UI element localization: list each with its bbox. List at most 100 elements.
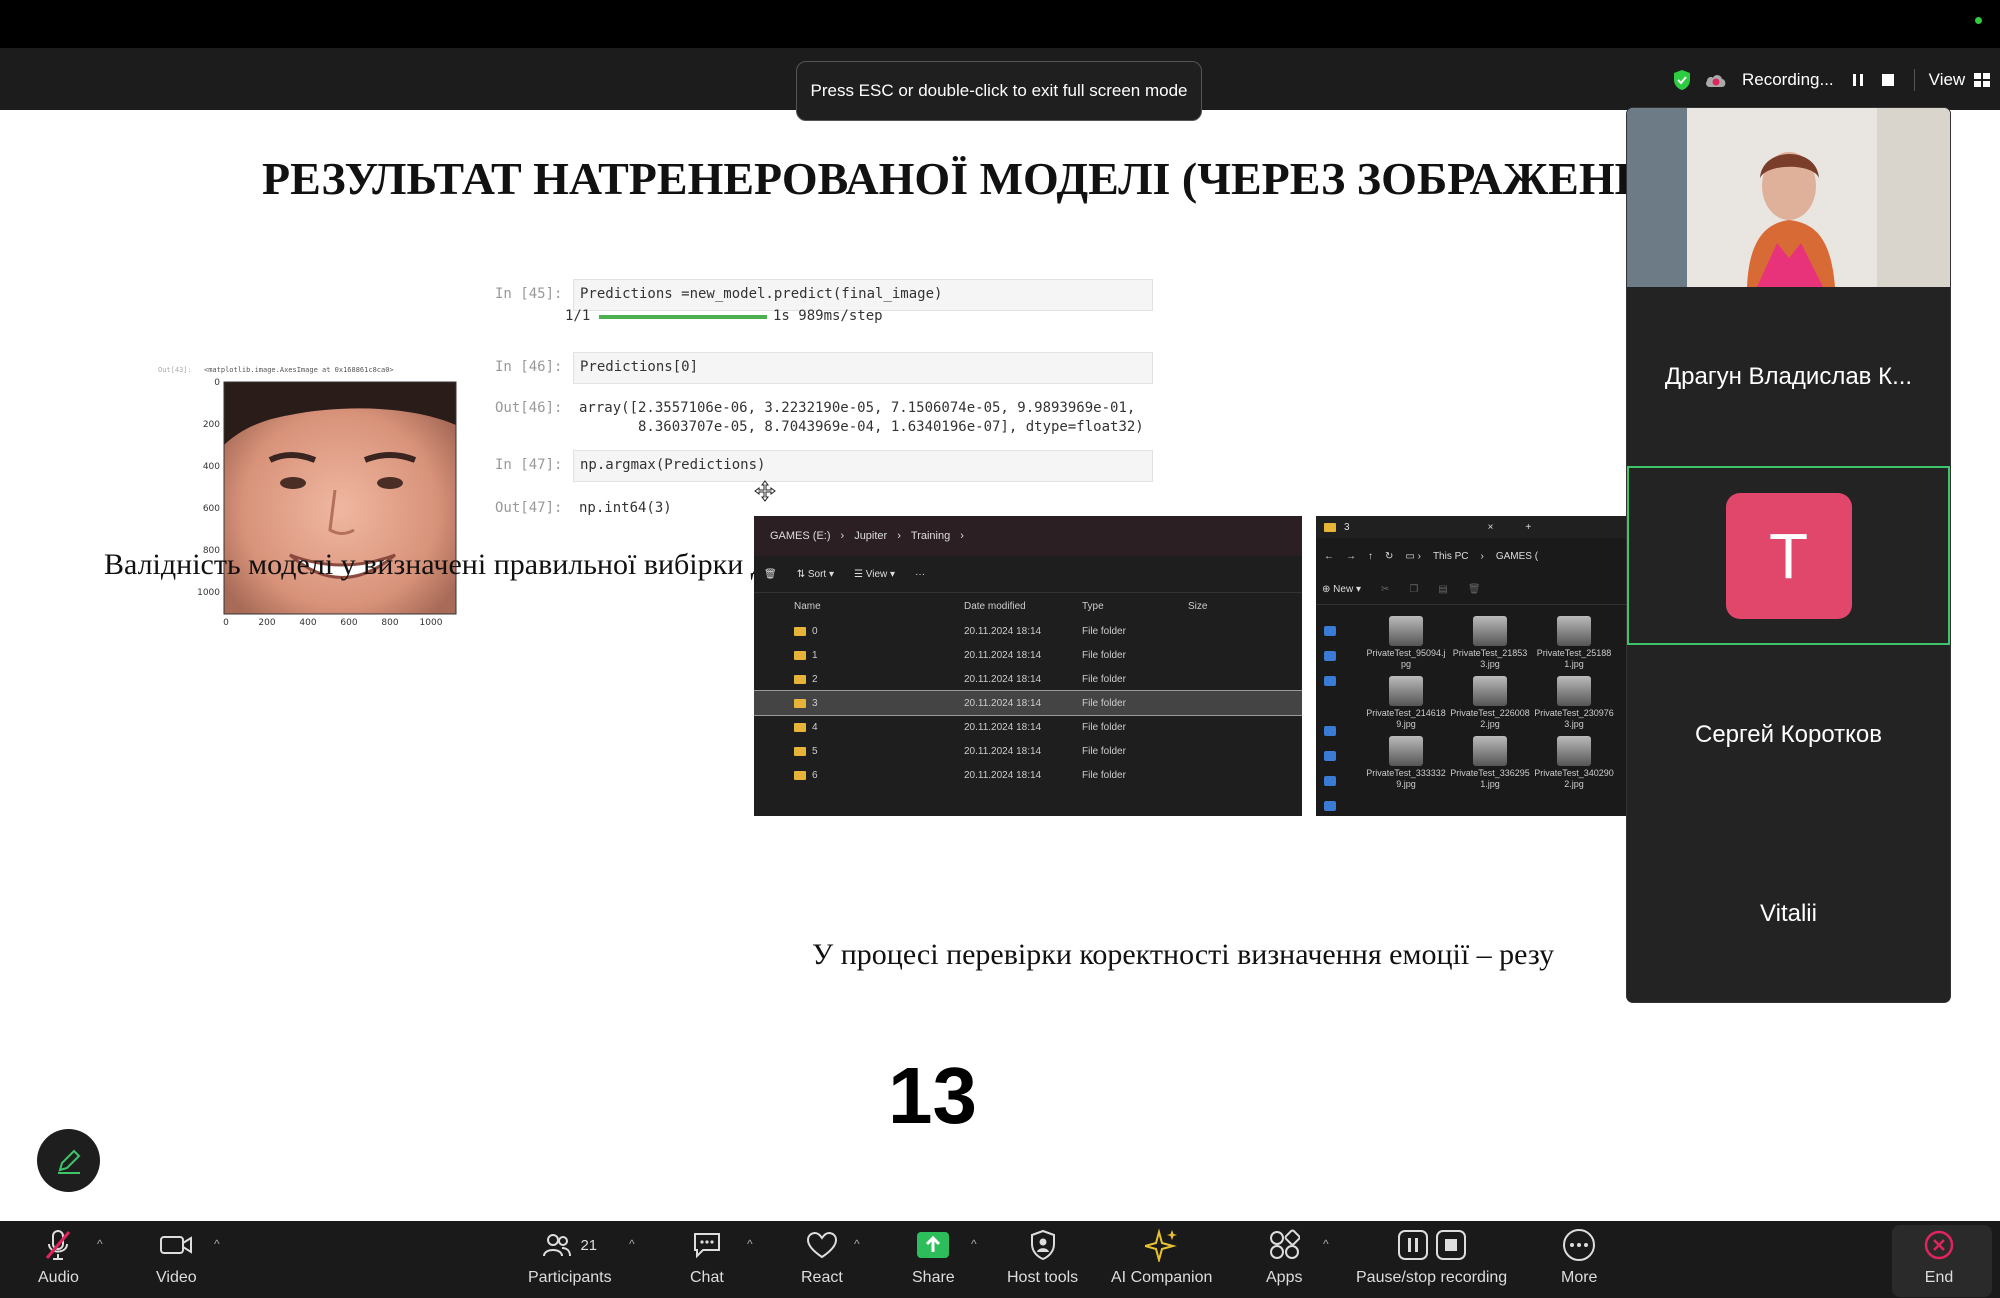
output-prompt: Out[47]: (495, 500, 563, 516)
code-cell: np.argmax(Predictions) (573, 450, 1153, 482)
image-icon (1389, 736, 1423, 766)
audio-options-chevron-icon[interactable]: ^ (97, 1237, 103, 1251)
output-text: 8.3603707e-05, 8.7043969e-04, 1.6340196e… (579, 419, 1144, 435)
folder-icon (794, 650, 806, 660)
end-meeting-content: End (1924, 1227, 1954, 1287)
audio-button[interactable]: Audio (38, 1227, 79, 1287)
apps-label: Apps (1266, 1269, 1303, 1286)
thumbnail-caption: PrivateTest_3362951.jpg (1450, 768, 1530, 789)
chat-button[interactable]: Chat (690, 1227, 724, 1287)
thumbnail-caption: PrivateTest_3402902.jpg (1534, 768, 1614, 789)
host-tools-button[interactable]: Host tools (1007, 1227, 1078, 1287)
output-text: array([2.3557106e-06, 3.2232190e-05, 7.1… (579, 400, 1136, 416)
pause-stop-recording-button[interactable]: Pause/stop recording (1356, 1227, 1507, 1287)
react-options-chevron-icon[interactable]: ^ (854, 1237, 860, 1251)
video-options-chevron-icon[interactable]: ^ (214, 1237, 220, 1251)
folder-type: File folder (1082, 625, 1126, 637)
share-options-chevron-icon[interactable]: ^ (971, 1237, 977, 1251)
end-label: End (1924, 1269, 1954, 1286)
image-icon (1557, 736, 1591, 766)
up-arrow-icon: ↑ (1368, 550, 1373, 562)
desktop-icon (1324, 726, 1336, 736)
folder-row: 4 20.11.2024 18:14 File folder (754, 715, 1302, 739)
more-options: ··· (915, 568, 926, 580)
video-label: Video (156, 1269, 197, 1286)
pause-stop-recording-icon (1397, 1230, 1466, 1260)
image-folder-screenshot: 3 × + ← → ↑ ↻ ▭ › This PC › GAMES ( ⊕ Ne… (1316, 516, 1628, 816)
apps-button[interactable]: Apps (1266, 1227, 1302, 1287)
progress-count: 1/1 (565, 308, 591, 324)
share-label: Share (912, 1269, 955, 1286)
image-thumbnail: PrivateTest_3362951.jpg (1448, 736, 1532, 790)
image-icon (1557, 676, 1591, 706)
react-button[interactable]: React (801, 1227, 843, 1287)
view-label: View (865, 568, 888, 580)
participant-name: Vitalii (1760, 899, 1817, 927)
video-button[interactable]: Video (156, 1227, 197, 1287)
participants-count: 21 (580, 1236, 598, 1254)
image-icon (1389, 676, 1423, 706)
shield-icon (1030, 1229, 1055, 1261)
share-button[interactable]: Share (912, 1227, 955, 1287)
folder-name: 2 (812, 673, 818, 685)
folder-row: 0 20.11.2024 18:14 File folder (754, 619, 1302, 643)
folder-date: 20.11.2024 18:14 (964, 673, 1042, 685)
participant-tile[interactable]: Vitalii (1627, 824, 1950, 1002)
stop-recording-icon[interactable] (1880, 73, 1896, 87)
folder-type: File folder (1082, 769, 1126, 781)
encryption-shield-icon[interactable] (1672, 69, 1692, 91)
folder-date: 20.11.2024 18:14 (964, 649, 1042, 661)
participant-video-tile[interactable] (1627, 108, 1950, 287)
trash-icon: 🗑 (764, 568, 777, 580)
image-thumbnail: PrivateTest_218533.jpg (1448, 616, 1532, 670)
participant-tile[interactable]: Сергей Коротков (1627, 645, 1950, 824)
participant-tile-speaking[interactable]: T (1627, 466, 1950, 645)
recording-cloud-icon (1706, 75, 1726, 87)
end-meeting-button[interactable]: End (1892, 1225, 1992, 1297)
folder-name: 0 (812, 625, 818, 637)
annotate-button[interactable] (37, 1129, 100, 1192)
plot-object-label: <matplotlib.image.AxesImage at 0x168861c… (204, 366, 394, 374)
x-tick-label: 1000 (420, 618, 443, 628)
downloads-icon (1324, 751, 1336, 761)
slide-page-number: 13 (888, 1051, 977, 1140)
ai-companion-button[interactable]: AI Companion (1111, 1227, 1212, 1287)
close-icon: × (1487, 521, 1494, 533)
image-thumbnail: PrivateTest_251881.jpg (1532, 616, 1616, 670)
output-text: np.int64(3) (579, 500, 672, 516)
breadcrumb-item: Training (910, 530, 951, 542)
grid-view-icon[interactable] (1973, 72, 1991, 88)
folder-name: 6 (812, 769, 818, 781)
folder-type: File folder (1082, 721, 1126, 733)
image-thumbnail: PrivateTest_3402902.jpg (1532, 736, 1616, 790)
participants-options-chevron-icon[interactable]: ^ (629, 1237, 635, 1251)
progress-time: 1s 989ms/step (773, 308, 883, 324)
cell-prompt: In [46]: (495, 359, 563, 375)
column-type: Type (1082, 600, 1104, 612)
view-button-label[interactable]: View (1929, 70, 1966, 90)
pause-recording-icon[interactable] (1850, 73, 1866, 87)
chat-options-chevron-icon[interactable]: ^ (747, 1237, 753, 1251)
react-label: React (801, 1269, 843, 1286)
x-tick-label: 400 (299, 618, 316, 628)
y-tick-label: 400 (203, 462, 220, 472)
participants-button[interactable]: 21 Participants (528, 1227, 612, 1287)
more-button[interactable]: More (1561, 1227, 1597, 1287)
folder-name: 1 (812, 649, 818, 661)
forward-arrow-icon: → (1346, 550, 1356, 562)
explorer-toolbar: 🗑 ⇅ Sort ▾ ☰ View ▾ ··· (754, 556, 1302, 593)
participants-icon (543, 1234, 572, 1257)
y-tick-label: 0 (214, 378, 220, 388)
x-tick-label: 800 (381, 618, 398, 628)
participants-video-panel[interactable]: Драгун Владислав К... T Сергей Коротков … (1627, 108, 1950, 1002)
cut-icon: ✂ (1381, 583, 1390, 595)
image-thumbnail: PrivateTest_2146189.jpg (1364, 676, 1448, 730)
folder-icon (1324, 522, 1336, 532)
emotion-check-caption: У процесі перевірки коректності визначен… (812, 938, 1555, 971)
apps-options-chevron-icon[interactable]: ^ (1323, 1237, 1329, 1251)
chevron-right-icon: › (840, 530, 845, 542)
meeting-toolbar: Audio ^ Video ^ 21 Participants ^ Chat ^ (0, 1221, 2000, 1298)
chevron-right-icon: › (897, 530, 901, 542)
image-thumbnail: PrivateTest_95094.jpg (1364, 616, 1448, 670)
participant-tile[interactable]: Драгун Владислав К... (1627, 287, 1950, 466)
